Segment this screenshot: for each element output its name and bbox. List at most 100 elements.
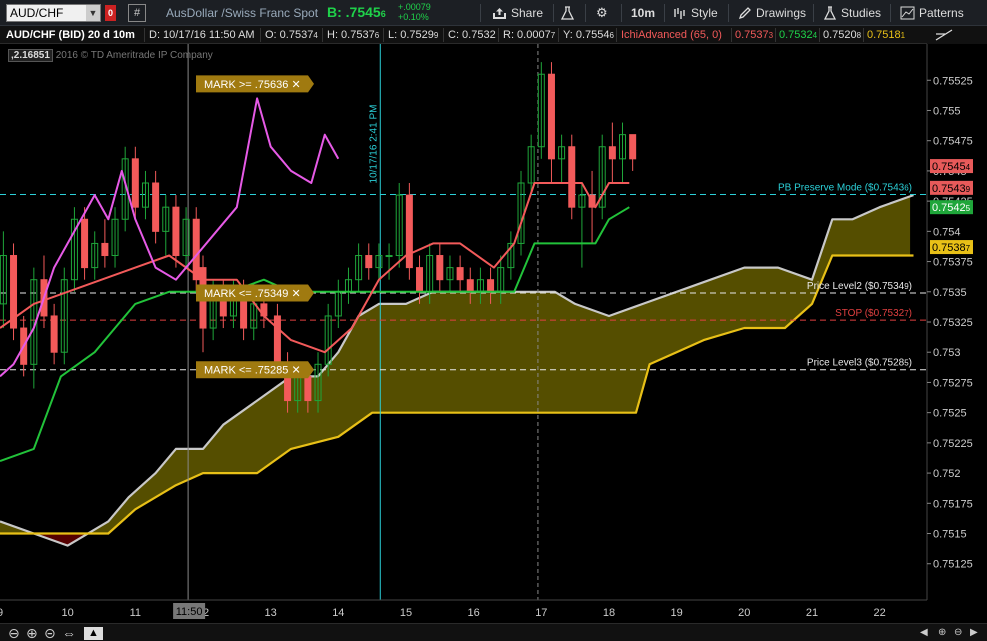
candle-body bbox=[568, 146, 576, 208]
settings-button[interactable]: ⚙ bbox=[596, 3, 608, 23]
right-toolbar bbox=[927, 26, 987, 44]
y-tick-label: 0.75275 bbox=[933, 377, 973, 389]
candle-body bbox=[365, 255, 373, 269]
event-label: 10/17/16 2:41 PM bbox=[368, 105, 379, 184]
flask-icon bbox=[561, 6, 574, 20]
candle-body bbox=[50, 315, 58, 353]
study-value-4: 0.75181 bbox=[867, 29, 906, 41]
copyright: ,2.16851 2016 © TD Ameritrade IP Company bbox=[8, 49, 213, 62]
candle-body bbox=[304, 375, 312, 402]
share-icon bbox=[493, 7, 506, 19]
y-tick-label: 0.75325 bbox=[933, 317, 973, 329]
x-tick-label: 14 bbox=[332, 607, 344, 619]
price-chart[interactable]: 10/17/16 2:41 PM PB Preserve Mode ($0.754… bbox=[0, 44, 987, 623]
zoom-out-icon[interactable]: ⊖ bbox=[8, 624, 20, 641]
x-tick-label: 10 bbox=[62, 607, 74, 619]
candle-body bbox=[436, 255, 444, 281]
price-line-label: Price Level3 ($0.75285) bbox=[807, 358, 912, 369]
x-tick-label: 11 bbox=[130, 607, 141, 619]
candle-body bbox=[273, 315, 281, 365]
study-name[interactable]: IchiAdvanced (65, 0) bbox=[621, 29, 722, 41]
x-tick-label: 20 bbox=[738, 607, 750, 619]
x-tick-label: 17 bbox=[535, 607, 547, 619]
symbol-description: AusDollar /Swiss Franc Spot bbox=[166, 6, 319, 20]
share-button[interactable]: Share bbox=[492, 3, 543, 23]
pan-icon[interactable]: ▲ bbox=[84, 627, 103, 640]
candle-body bbox=[547, 73, 555, 160]
style-icon bbox=[674, 8, 685, 19]
style-button[interactable]: Style bbox=[673, 3, 718, 23]
candle-body bbox=[608, 146, 616, 160]
x-tick-label: 19 bbox=[671, 607, 683, 619]
y-tick-label: 0.75175 bbox=[933, 498, 973, 510]
price-badge-label: 0.75439 bbox=[932, 183, 971, 195]
candle-body bbox=[172, 206, 180, 257]
candle-body bbox=[192, 218, 200, 281]
y-tick-label: 0.75475 bbox=[933, 136, 973, 148]
info-range: R: 0.00077 bbox=[503, 29, 556, 41]
y-tick-label: 0.7535 bbox=[933, 287, 967, 299]
candle-body bbox=[385, 255, 393, 258]
y-tick-label: 0.75225 bbox=[933, 438, 973, 450]
pencil-icon bbox=[738, 7, 751, 20]
expand-icon[interactable]: ⇔ bbox=[62, 624, 76, 641]
chart-title: AUD/CHF (BID) 20 d 10m bbox=[6, 29, 135, 41]
info-close: C: 0.7532 bbox=[448, 29, 496, 41]
change-pct: +0.10% bbox=[398, 12, 429, 22]
x-tick-label: 9 bbox=[0, 607, 3, 619]
candle-body bbox=[416, 267, 424, 293]
y-tick-label: 0.754 bbox=[933, 226, 961, 238]
flask-button[interactable] bbox=[561, 3, 574, 23]
scroll-right-icon[interactable]: ▶ bbox=[970, 624, 978, 641]
info-high: H: 0.75376 bbox=[327, 29, 380, 41]
y-tick-label: 0.75125 bbox=[933, 559, 973, 571]
crosshair-x-label: 11:50 bbox=[176, 606, 203, 618]
price-line-label: PB Preserve Mode ($0.75436) bbox=[778, 182, 912, 193]
x-axis-panel bbox=[0, 600, 987, 623]
trend-line-icon[interactable] bbox=[935, 28, 953, 42]
y-tick-label: 0.753 bbox=[933, 347, 961, 359]
drawings-button[interactable]: Drawings bbox=[738, 3, 806, 23]
zoom-in-icon[interactable]: ⊕ bbox=[26, 624, 38, 641]
zoom-plus-icon[interactable]: ⊕ bbox=[938, 624, 946, 641]
info-bar: AUD/CHF (BID) 20 d 10m D: 10/17/16 11:50… bbox=[0, 26, 927, 44]
y-tick-label: 0.75525 bbox=[933, 75, 973, 87]
x-tick-label: 18 bbox=[603, 607, 615, 619]
x-tick-label: 22 bbox=[874, 607, 886, 619]
symbol-input[interactable]: AUD/CHF ▼ bbox=[6, 4, 101, 22]
bottom-bar: ⊖ ⊕ ⊝ ⇔ ▲ ◀ ⊕ ⊖ ▶ bbox=[0, 623, 987, 641]
candle-body bbox=[81, 218, 89, 269]
top-toolbar: AUD/CHF ▼ 0 # AusDollar /Swiss Franc Spo… bbox=[0, 0, 987, 26]
price-badge-label: 0.75387 bbox=[932, 242, 971, 254]
candle-body bbox=[456, 267, 464, 281]
patterns-icon bbox=[900, 6, 915, 20]
studies-icon bbox=[823, 6, 837, 20]
candle-body bbox=[405, 194, 413, 269]
price-badge-label: 0.75425 bbox=[932, 202, 971, 214]
studies-button[interactable]: Studies bbox=[823, 3, 881, 23]
info-date: D: 10/17/16 11:50 AM bbox=[149, 29, 255, 41]
mark-label: MARK <= .75349 ✕ bbox=[204, 288, 301, 300]
study-value-3: 0.75208 bbox=[823, 29, 862, 41]
price-badge-label: 0.75454 bbox=[932, 161, 971, 173]
x-tick-label: 16 bbox=[468, 607, 480, 619]
y-tick-label: 0.755 bbox=[933, 105, 961, 117]
candle-body bbox=[466, 279, 474, 293]
zoom-minus-icon[interactable]: ⊖ bbox=[954, 624, 962, 641]
price-line-label: Price Level2 ($0.75349) bbox=[807, 281, 912, 292]
scroll-left-icon[interactable]: ◀ bbox=[920, 624, 928, 641]
y-tick-label: 0.7515 bbox=[933, 529, 967, 541]
symbol-text: AUD/CHF bbox=[10, 6, 64, 20]
link-badge[interactable]: 0 bbox=[105, 5, 116, 21]
mark-label: MARK <= .75285 ✕ bbox=[204, 365, 301, 377]
gear-icon: ⚙ bbox=[596, 5, 608, 20]
patterns-button[interactable]: Patterns bbox=[900, 3, 964, 23]
info-low: L: 0.75299 bbox=[388, 29, 439, 41]
period-button[interactable]: 10m bbox=[631, 3, 655, 23]
candle-body bbox=[101, 242, 109, 257]
x-tick-label: 13 bbox=[265, 607, 277, 619]
candle-body bbox=[629, 134, 637, 160]
symbol-dropdown-icon[interactable]: ▼ bbox=[86, 5, 100, 21]
grid-icon[interactable]: # bbox=[128, 4, 146, 22]
zoom-reset-icon[interactable]: ⊝ bbox=[44, 624, 56, 641]
